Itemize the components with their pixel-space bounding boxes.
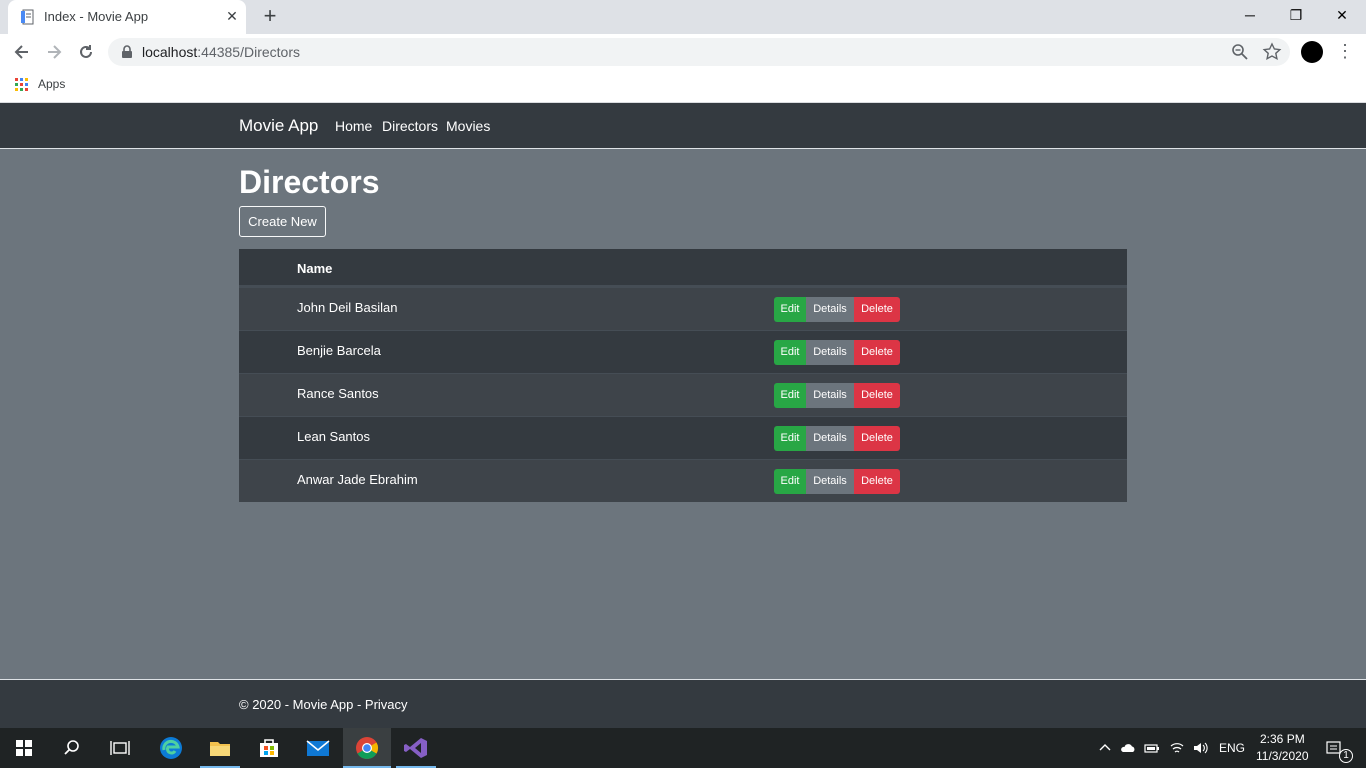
director-name: John Deil Basilan: [297, 300, 398, 315]
browser-tabstrip: Index - Movie App ✕ + ─ ❐ ✕: [0, 0, 1366, 34]
apps-bookmark[interactable]: Apps: [38, 77, 65, 91]
browser-menu-icon[interactable]: ⋮: [1336, 40, 1354, 64]
director-name: Lean Santos: [297, 429, 371, 444]
table-row: Lean Santos Edit Details Delete: [239, 416, 1127, 459]
details-button[interactable]: Details: [806, 383, 854, 408]
site-footer: © 2020 - Movie App - Privacy: [0, 679, 1366, 728]
store-icon[interactable]: [255, 734, 283, 762]
browser-tab[interactable]: Index - Movie App ✕: [8, 0, 246, 34]
lock-icon: [122, 45, 132, 58]
battery-icon[interactable]: [1144, 740, 1160, 756]
director-name: Anwar Jade Ebrahim: [297, 472, 418, 487]
tab-close-icon[interactable]: ✕: [224, 8, 240, 24]
copyright-text: © 2020 - Movie App -: [239, 697, 365, 712]
page-icon: [21, 9, 34, 25]
details-button[interactable]: Details: [806, 340, 854, 365]
visual-studio-icon[interactable]: [402, 734, 430, 762]
nav-movies[interactable]: Movies: [446, 118, 490, 134]
url-host: localhost: [142, 44, 198, 60]
volume-icon[interactable]: [1192, 740, 1208, 756]
nav-home[interactable]: Home: [335, 118, 372, 134]
director-name: Rance Santos: [297, 386, 379, 401]
new-tab-button[interactable]: +: [258, 5, 282, 28]
table-header: Name: [239, 249, 1127, 287]
table-row: Anwar Jade Ebrahim Edit Details Delete: [239, 459, 1127, 502]
star-icon[interactable]: [1262, 42, 1282, 62]
windows-taskbar: ENG 2:36 PM 11/3/2020 1: [0, 728, 1366, 768]
delete-button[interactable]: Delete: [854, 426, 900, 451]
address-bar[interactable]: localhost:44385/Directors: [108, 38, 1290, 66]
privacy-link[interactable]: Privacy: [365, 697, 408, 712]
delete-button[interactable]: Delete: [854, 297, 900, 322]
edge-icon[interactable]: [157, 734, 185, 762]
edit-button[interactable]: Edit: [774, 297, 806, 322]
delete-button[interactable]: Delete: [854, 383, 900, 408]
row-actions: Edit Details Delete: [774, 469, 900, 494]
row-actions: Edit Details Delete: [774, 340, 900, 365]
row-actions: Edit Details Delete: [774, 383, 900, 408]
delete-button[interactable]: Delete: [854, 469, 900, 494]
back-button[interactable]: [9, 40, 35, 64]
table-body: John Deil Basilan Edit Details Delete Be…: [239, 287, 1127, 502]
zoom-icon[interactable]: [1230, 42, 1250, 62]
input-language[interactable]: ENG: [1219, 741, 1245, 755]
chevron-up-icon[interactable]: [1097, 740, 1113, 756]
minimize-button[interactable]: ─: [1230, 4, 1270, 26]
arrow-left-icon: [14, 45, 28, 59]
bookmarks-bar: Apps: [0, 70, 1366, 103]
row-actions: Edit Details Delete: [774, 297, 900, 322]
table-row: Rance Santos Edit Details Delete: [239, 373, 1127, 416]
nav-directors[interactable]: Directors: [382, 118, 438, 134]
restore-button[interactable]: ❐: [1276, 4, 1316, 26]
reload-icon: [80, 45, 92, 58]
delete-button[interactable]: Delete: [854, 340, 900, 365]
details-button[interactable]: Details: [806, 426, 854, 451]
edit-button[interactable]: Edit: [774, 340, 806, 365]
table-row: Benjie Barcela Edit Details Delete: [239, 330, 1127, 373]
directors-table: Name John Deil Basilan Edit Details Dele…: [239, 249, 1127, 502]
footer-text: © 2020 - Movie App - Privacy: [239, 697, 408, 712]
arrow-right-icon: [48, 45, 62, 59]
forward-button[interactable]: [41, 40, 67, 64]
clock-time[interactable]: 2:36 PM: [1260, 732, 1305, 746]
onedrive-icon[interactable]: [1120, 740, 1136, 756]
search-icon[interactable]: [58, 734, 86, 762]
details-button[interactable]: Details: [806, 297, 854, 322]
details-button[interactable]: Details: [806, 469, 854, 494]
url-text: localhost:44385/Directors: [142, 44, 300, 60]
edit-button[interactable]: Edit: [774, 383, 806, 408]
table-row: John Deil Basilan Edit Details Delete: [239, 287, 1127, 330]
column-header-name: Name: [297, 261, 333, 276]
clock-date[interactable]: 11/3/2020: [1256, 749, 1309, 763]
browser-toolbar: localhost:44385/Directors ⋮: [0, 34, 1366, 70]
director-name: Benjie Barcela: [297, 343, 381, 358]
edit-button[interactable]: Edit: [774, 426, 806, 451]
edit-button[interactable]: Edit: [774, 469, 806, 494]
tab-title: Index - Movie App: [44, 9, 149, 24]
chrome-icon[interactable]: [353, 734, 381, 762]
apps-grid-icon[interactable]: [15, 78, 29, 92]
profile-avatar[interactable]: [1301, 41, 1323, 63]
window-close-button[interactable]: ✕: [1322, 4, 1362, 26]
task-view-icon[interactable]: [106, 734, 134, 762]
page-title: Directors: [239, 164, 380, 200]
site-navbar: Movie App Home Directors Movies: [0, 103, 1366, 149]
wifi-icon[interactable]: [1169, 740, 1185, 756]
row-actions: Edit Details Delete: [774, 426, 900, 451]
url-path: :44385/Directors: [197, 44, 300, 60]
file-explorer-icon[interactable]: [206, 734, 234, 762]
windows-start-icon[interactable]: [10, 734, 38, 762]
reload-button[interactable]: [73, 40, 99, 64]
notification-count-badge: 1: [1339, 749, 1353, 763]
mail-icon[interactable]: [304, 734, 332, 762]
brand-link[interactable]: Movie App: [239, 116, 318, 136]
create-new-button[interactable]: Create New: [239, 206, 326, 237]
